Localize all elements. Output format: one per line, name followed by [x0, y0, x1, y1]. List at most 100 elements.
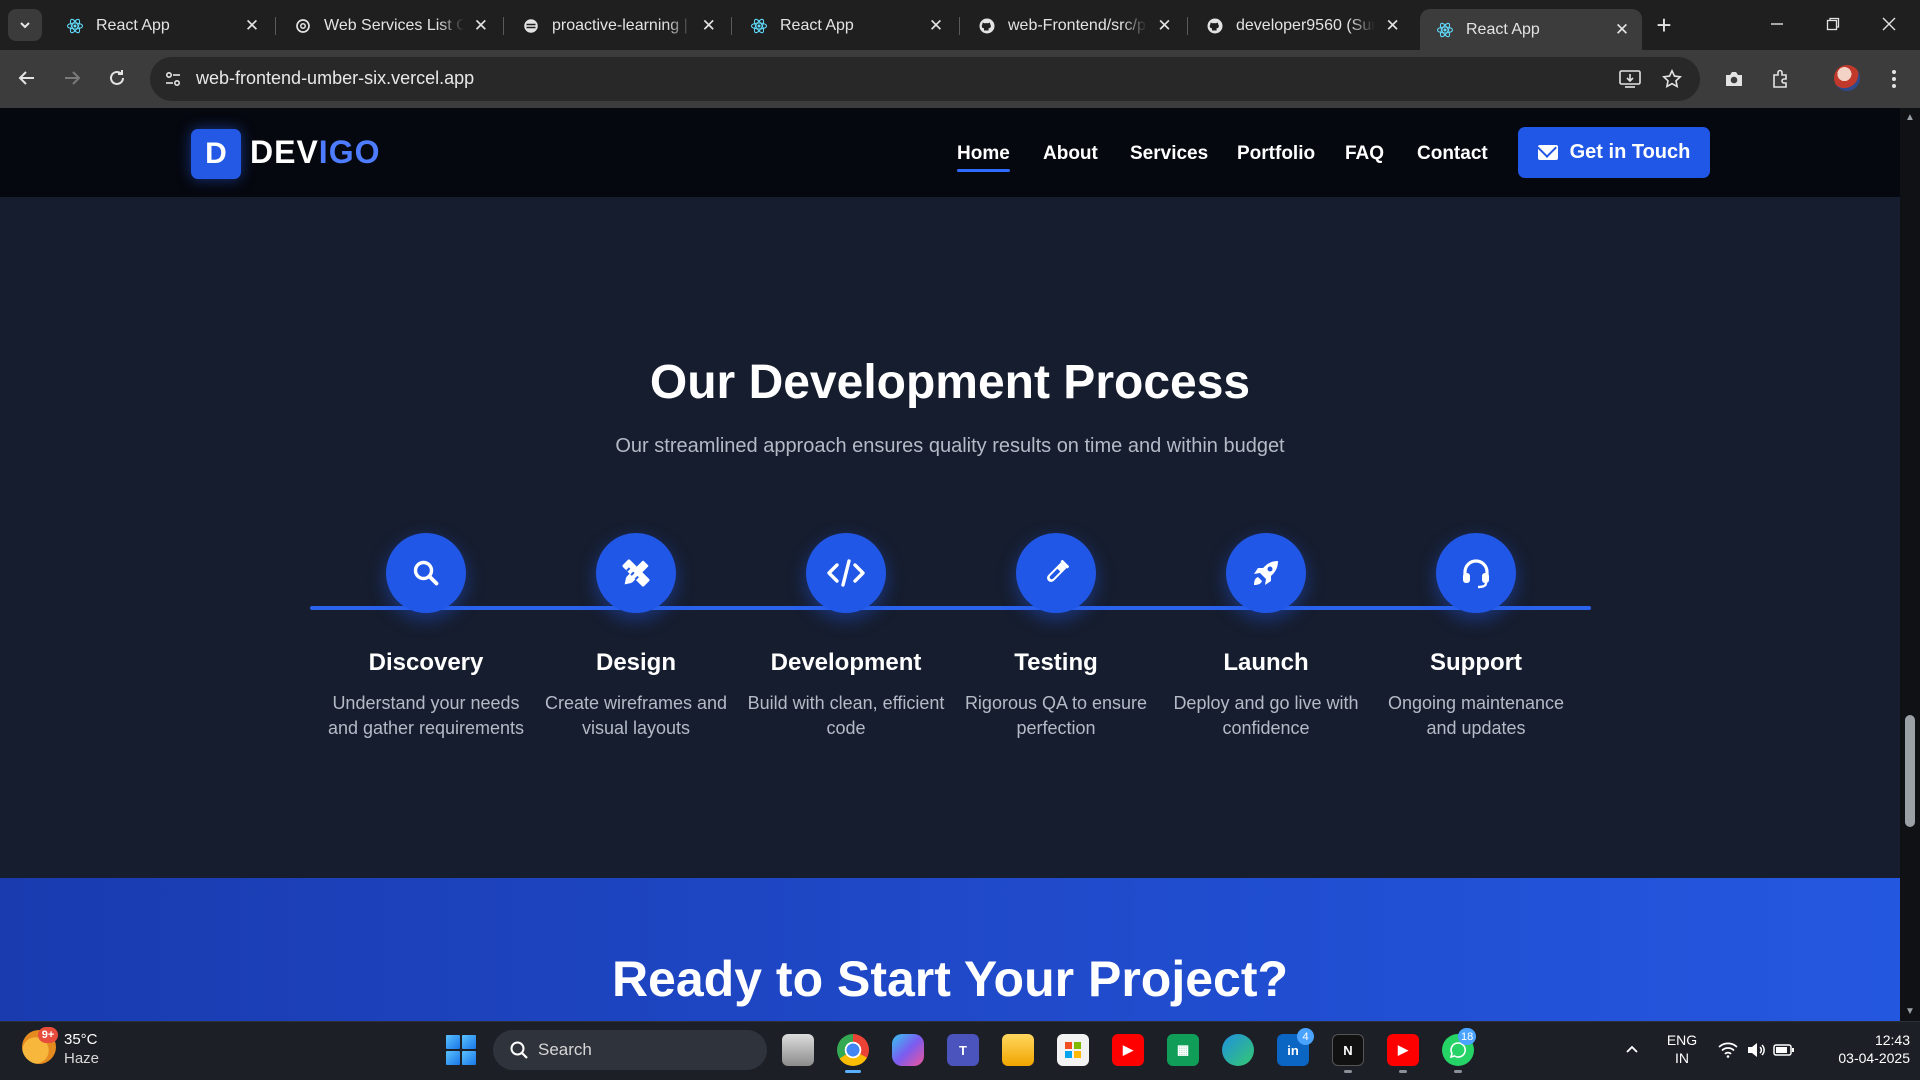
weather-condition[interactable]: Haze: [64, 1050, 99, 1067]
tab-divider: [1187, 17, 1188, 35]
back-button[interactable]: [11, 62, 43, 94]
tab-title: developer9560 (Sura: [1236, 16, 1376, 34]
step-description: Rigorous QA to ensure perfection: [964, 693, 1148, 738]
bookmark-star-icon[interactable]: [1656, 63, 1688, 95]
clock-time: 12:43: [1874, 1032, 1910, 1048]
scroll-up-arrow-icon[interactable]: ▲: [1904, 111, 1916, 123]
tab-title: React App: [96, 16, 170, 34]
tab-title: React App: [780, 16, 854, 34]
github-icon: [978, 17, 996, 35]
nav-link-about[interactable]: About: [1043, 143, 1098, 165]
teams-icon[interactable]: T: [947, 1034, 979, 1066]
close-icon[interactable]: ✕: [700, 16, 718, 36]
github-icon: [1206, 17, 1224, 35]
get-in-touch-label: Get in Touch: [1569, 141, 1691, 163]
wifi-icon[interactable]: [1716, 1038, 1740, 1062]
browser-tab[interactable]: React App ✕: [734, 9, 956, 42]
step-title: Discovery: [368, 649, 484, 676]
react-icon: [1436, 21, 1454, 39]
logo-mark[interactable]: D: [191, 129, 241, 179]
tab-divider: [503, 17, 504, 35]
step-title: Testing: [1014, 649, 1098, 676]
install-app-icon[interactable]: [1614, 63, 1646, 95]
running-indicator: [845, 1070, 861, 1073]
close-icon[interactable]: ✕: [1612, 20, 1632, 40]
get-in-touch-button[interactable]: Get in Touch: [1518, 127, 1710, 178]
site-info-icon[interactable]: [160, 66, 186, 92]
envelope-icon: [1537, 145, 1558, 160]
nav-link-contact[interactable]: Contact: [1417, 143, 1488, 165]
step-description: Build with clean, efficient code: [747, 693, 945, 738]
browser-tab[interactable]: Web Services List Op ✕: [278, 9, 500, 42]
system-clock[interactable]: 12:43 03-04-2025: [1810, 1031, 1910, 1067]
browser-tab[interactable]: developer9560 (Sura ✕: [1190, 9, 1412, 42]
menu-kebab-icon[interactable]: [1878, 63, 1910, 95]
new-tab-button[interactable]: +: [1650, 10, 1678, 40]
reload-button[interactable]: [101, 62, 133, 94]
step-icon-circle: [1016, 533, 1096, 613]
code-icon: [827, 559, 865, 587]
task-view-icon[interactable]: [782, 1034, 814, 1066]
tab-search-button[interactable]: [8, 9, 42, 41]
minimize-button[interactable]: [1752, 8, 1802, 40]
render-icon: [522, 17, 540, 35]
step-description: Ongoing maintenance and updates: [1387, 693, 1565, 738]
windows-start-icon[interactable]: [446, 1035, 476, 1065]
nav-link-services[interactable]: Services: [1130, 143, 1208, 165]
youtube-icon[interactable]: ▶: [1112, 1034, 1144, 1066]
browser-tab[interactable]: proactive-learning | R ✕: [506, 9, 728, 42]
profile-avatar[interactable]: [1834, 65, 1860, 91]
youtube-app-icon[interactable]: ▶: [1387, 1034, 1419, 1066]
google-sheets-icon[interactable]: ▦: [1167, 1034, 1199, 1066]
file-explorer-icon[interactable]: [1002, 1034, 1034, 1066]
chevron-down-icon: [20, 22, 30, 29]
running-indicator: [1344, 1070, 1352, 1073]
forward-button[interactable]: [56, 62, 88, 94]
nav-link-home[interactable]: Home: [957, 143, 1010, 172]
close-icon[interactable]: ✕: [242, 16, 262, 36]
close-window-button[interactable]: [1864, 8, 1914, 40]
close-icon[interactable]: ✕: [472, 16, 490, 36]
step-description: Create wireframes and visual layouts: [544, 693, 728, 738]
taskbar-search-box[interactable]: [493, 1030, 767, 1070]
tab-divider: [275, 17, 276, 35]
chevron-up-icon[interactable]: [1620, 1038, 1644, 1062]
camera-icon[interactable]: [1718, 63, 1750, 95]
logo-text[interactable]: DEVIGO: [250, 134, 380, 171]
browser-tab[interactable]: web-Frontend/src/pa ✕: [962, 9, 1184, 42]
openai-icon: [294, 17, 312, 35]
minimize-icon: [1771, 23, 1783, 25]
headset-icon: [1463, 559, 1489, 589]
nav-link-portfolio[interactable]: Portfolio: [1237, 143, 1315, 165]
microsoft-store-icon[interactable]: [1057, 1034, 1089, 1066]
volume-icon[interactable]: [1744, 1038, 1768, 1062]
close-icon[interactable]: ✕: [926, 16, 946, 36]
restore-button[interactable]: [1808, 8, 1858, 40]
browser-tab[interactable]: React App ✕: [50, 9, 272, 42]
tab-divider: [731, 17, 732, 35]
search-icon: [508, 1039, 530, 1061]
edge-icon[interactable]: [1222, 1034, 1254, 1066]
whatsapp-badge: 18: [1458, 1028, 1477, 1045]
step-icon-circle: [596, 533, 676, 613]
close-icon[interactable]: ✕: [1155, 16, 1174, 36]
weather-temperature[interactable]: 35°C: [64, 1031, 98, 1048]
page-scrollbar[interactable]: [1900, 108, 1920, 1021]
scroll-down-arrow-icon[interactable]: ▼: [1904, 1005, 1916, 1017]
react-icon: [750, 17, 768, 35]
extensions-icon[interactable]: [1765, 63, 1797, 95]
notion-icon[interactable]: N: [1332, 1034, 1364, 1066]
scrollbar-thumb[interactable]: [1905, 715, 1915, 827]
url-text[interactable]: web-frontend-umber-six.vercel.app: [196, 68, 474, 89]
browser-tab-active[interactable]: React App ✕: [1420, 9, 1642, 50]
region-code: IN: [1675, 1050, 1689, 1066]
battery-icon[interactable]: [1772, 1038, 1796, 1062]
rocket-icon: [1254, 561, 1278, 585]
nav-link-faq[interactable]: FAQ: [1345, 143, 1384, 165]
chrome-icon[interactable]: [837, 1034, 869, 1066]
input-language[interactable]: ENG IN: [1665, 1031, 1699, 1067]
close-icon[interactable]: ✕: [1383, 16, 1402, 36]
copilot-icon[interactable]: [892, 1034, 924, 1066]
step-icon-circle: [1226, 533, 1306, 613]
reload-icon: [110, 70, 124, 85]
